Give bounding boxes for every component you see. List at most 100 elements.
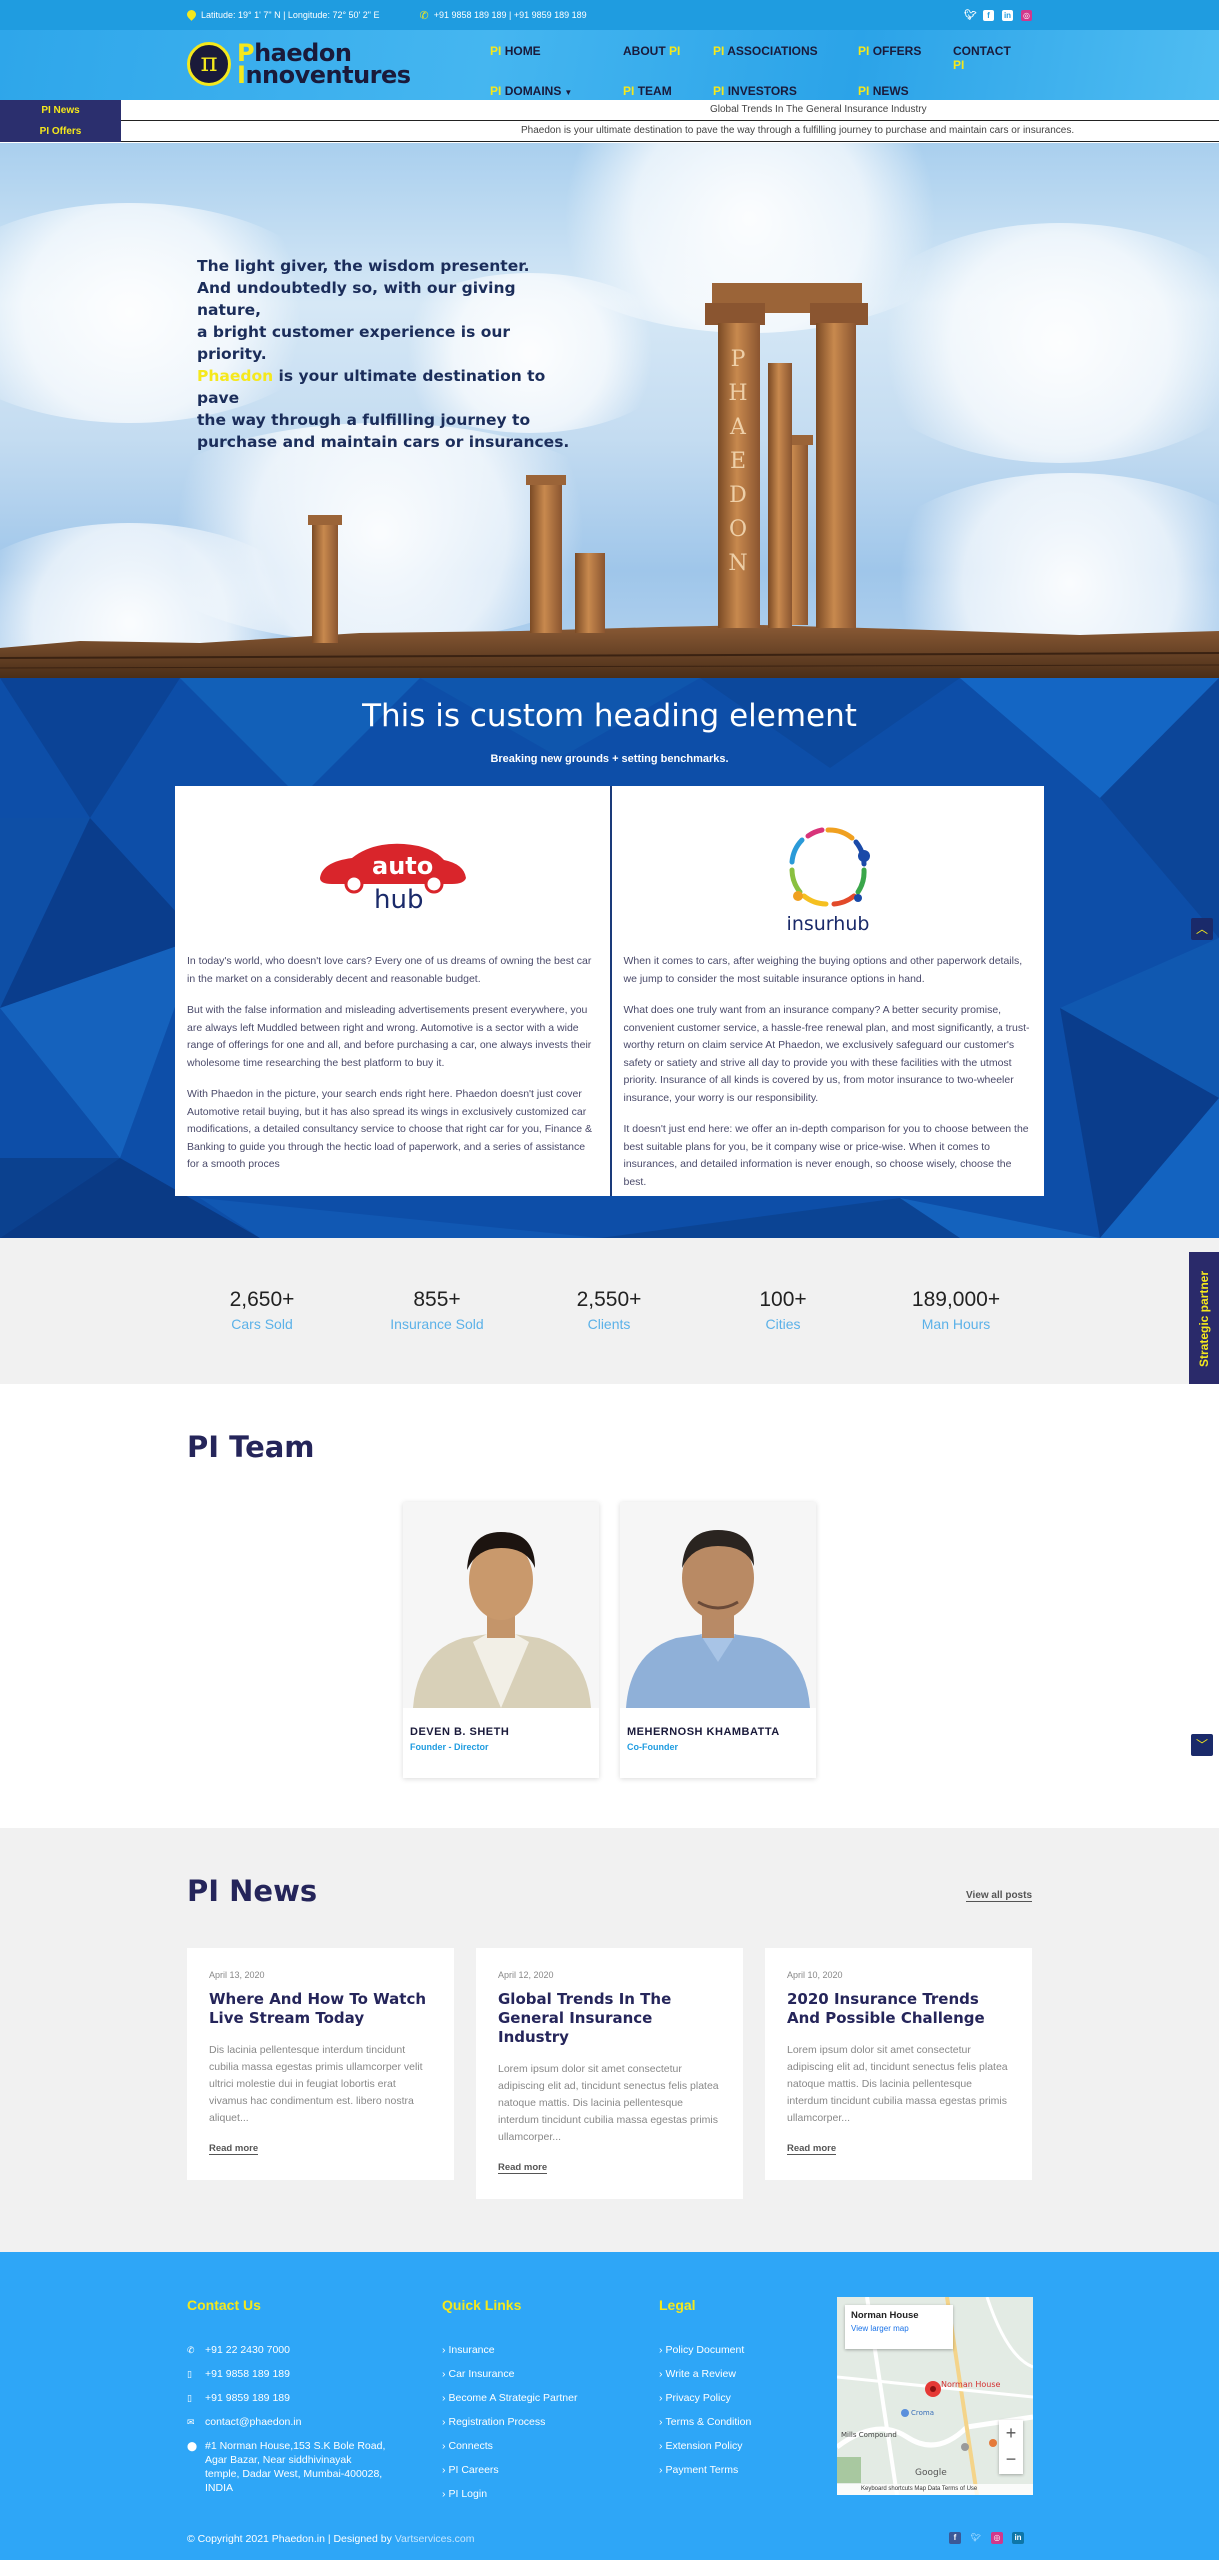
mobile-icon: ▯	[187, 2369, 192, 2379]
designer-link[interactable]: Vartservices.com	[395, 2533, 475, 2545]
nav-team[interactable]: PI TEAM	[623, 84, 713, 98]
twitter-icon[interactable]: 🐦︎	[964, 10, 977, 21]
quick-link[interactable]: › PI Login	[442, 2487, 622, 2501]
post-title[interactable]: 2020 Insurance Trends And Possible Chall…	[787, 1990, 1010, 2028]
contact-item[interactable]: ▯ +91 9859 189 189	[187, 2391, 387, 2405]
member-name: MEHERNOSH KHAMBATTA	[627, 1726, 780, 1738]
offers-ticker: PI Offers Phaedon is your ultimate desti…	[0, 121, 1219, 142]
post-date: April 13, 2020	[209, 1970, 265, 1980]
chevron-right-icon: ›	[659, 2440, 663, 2452]
linkedin-icon[interactable]: in	[1002, 9, 1013, 21]
hero-banner: PHAEDON The light giver, the wisdom pres…	[0, 143, 1219, 678]
footer-contact: Contact Us ✆ +91 22 2430 7000 ▯ +91 9858 1…	[187, 2297, 387, 2505]
member-role: Co-Founder	[627, 1742, 678, 1752]
autohub-car-icon: auto hub	[320, 843, 467, 915]
quick-link[interactable]: › Connects	[442, 2439, 622, 2453]
news-ticker-text[interactable]: Global Trends In The General Insurance I…	[710, 104, 927, 115]
contact-item[interactable]: ✉ contact@phaedon.in	[187, 2415, 387, 2429]
legal-link[interactable]: › Terms & Condition	[659, 2415, 819, 2429]
legal-link[interactable]: › Payment Terms	[659, 2463, 819, 2477]
top-phones-text[interactable]: +91 9858 189 189 | +91 9859 189 189	[434, 10, 587, 20]
read-more-link[interactable]: Read more	[498, 2162, 548, 2174]
site-logo[interactable]: π Phaedon Innoventures	[187, 41, 411, 89]
instagram-icon[interactable]: ◎	[991, 2532, 1003, 2544]
site-header: π Phaedon Innoventures PI HOME ABOUT PI …	[0, 30, 1219, 100]
map-info-card: Norman House View larger map	[845, 2305, 953, 2349]
read-more-link[interactable]: Read more	[787, 2143, 837, 2155]
news-card[interactable]: April 12, 2020 Global Trends In The Gene…	[476, 1948, 743, 2199]
legal-link[interactable]: › Extension Policy	[659, 2439, 819, 2453]
post-title[interactable]: Where And How To Watch Live Stream Today	[209, 1990, 432, 2028]
contact-item: ⬤ #1 Norman House,153 S.K Bole Road, Agar…	[187, 2440, 386, 2494]
stat-value: 855+	[413, 1288, 461, 1311]
logo-line2: Innoventures	[237, 61, 411, 89]
member-role: Founder - Director	[410, 1742, 489, 1752]
twitter-icon[interactable]: 🐦︎	[970, 2532, 982, 2544]
zoom-out-button[interactable]: −	[999, 2446, 1023, 2472]
chevron-right-icon: ›	[659, 2344, 663, 2356]
post-date: April 12, 2020	[498, 1970, 554, 1980]
facebook-icon[interactable]: f	[983, 9, 994, 21]
read-more-link[interactable]: Read more	[209, 2143, 259, 2155]
view-larger-map-link[interactable]: View larger map	[851, 2324, 947, 2333]
contact-item[interactable]: ▯ +91 9858 189 189	[187, 2367, 387, 2381]
autohub-logo[interactable]: auto hub	[187, 816, 598, 936]
insurhub-logo[interactable]: insurhub	[624, 816, 1033, 936]
hero-line: purchase and maintain cars or insurances…	[197, 433, 570, 451]
nav-home[interactable]: PI HOME	[490, 44, 623, 72]
pi-logo-icon: π	[187, 42, 231, 86]
nav-about[interactable]: ABOUT PI	[623, 44, 713, 72]
news-ticker-label: PI News	[0, 100, 121, 121]
nav-domains[interactable]: PI DOMAINS ▼	[490, 84, 623, 98]
quick-link[interactable]: › Insurance	[442, 2343, 622, 2357]
stat-label: Insurance Sold	[390, 1316, 484, 1332]
stat-cities: 100+ Cities	[708, 1288, 858, 1332]
news-card[interactable]: April 10, 2020 2020 Insurance Trends And…	[765, 1948, 1032, 2180]
hero-line: a bright customer experience is our prio…	[197, 323, 511, 363]
legal-link[interactable]: › Privacy Policy	[659, 2391, 819, 2405]
map-place-name: Norman House	[851, 2310, 919, 2321]
team-member-card[interactable]: MEHERNOSH KHAMBATTA Co-Founder	[620, 1502, 816, 1778]
location-map[interactable]: Norman House Croma Mills Compound Google…	[837, 2297, 1033, 2495]
linkedin-icon[interactable]: in	[1012, 2532, 1024, 2544]
scroll-down-button[interactable]: ﹀	[1191, 1734, 1213, 1756]
quick-link[interactable]: › Registration Process	[442, 2415, 622, 2429]
stat-cars-sold: 2,650+ Cars Sold	[187, 1288, 337, 1332]
coordinates: Latitude: 19° 1' 7" N | Longitude: 72° 5…	[187, 10, 379, 21]
strategic-partner-tab[interactable]: Strategic partner	[1189, 1252, 1219, 1386]
chevron-right-icon: ›	[442, 2344, 446, 2356]
nav-associations[interactable]: PI ASSOCIATIONS	[713, 44, 858, 72]
team-member-card[interactable]: DEVEN B. SHETH Founder - Director	[403, 1502, 599, 1778]
map-place-label: Mills Compound	[841, 2431, 897, 2439]
insurhub-paragraph: It doesn't just end here: we offer an in…	[623, 1123, 1029, 1188]
quick-link[interactable]: › PI Careers	[442, 2463, 622, 2477]
map-pin-label: Norman House	[941, 2380, 1000, 2389]
facebook-icon[interactable]: f	[949, 2532, 961, 2544]
instagram-icon[interactable]: ◎	[1021, 9, 1032, 21]
offers-ticker-label: PI Offers	[0, 121, 121, 142]
mobile-icon: ▯	[187, 2393, 192, 2403]
quick-link[interactable]: › Car Insurance	[442, 2367, 622, 2381]
stat-value: 2,650+	[229, 1288, 295, 1311]
scroll-up-button[interactable]: ︿	[1191, 918, 1213, 940]
nav-contact[interactable]: CONTACT PI	[953, 44, 1023, 72]
view-all-posts-link[interactable]: View all posts	[966, 1890, 1032, 1902]
insurhub-paragraph: What does one truly want from an insuran…	[623, 1004, 1030, 1104]
post-title[interactable]: Global Trends In The General Insurance I…	[498, 1990, 721, 2047]
top-bar: Latitude: 19° 1' 7" N | Longitude: 72° 5…	[0, 0, 1219, 30]
zoom-in-button[interactable]: +	[999, 2420, 1023, 2446]
hero-line: the way through a fulfilling journey to	[197, 411, 531, 429]
quick-link[interactable]: › Become A Strategic Partner	[442, 2391, 622, 2405]
location-pin-icon	[187, 10, 196, 21]
news-card[interactable]: April 13, 2020 Where And How To Watch Li…	[187, 1948, 454, 2180]
legal-link[interactable]: › Policy Document	[659, 2343, 819, 2357]
pillar-engraving: PHAEDON	[728, 347, 748, 576]
contact-item[interactable]: ✆ +91 22 2430 7000	[187, 2343, 387, 2357]
nav-offers[interactable]: PI OFFERS	[858, 44, 953, 72]
member-photo-illustration	[626, 1530, 810, 1708]
phone-icon: ✆	[187, 2345, 195, 2355]
nav-news[interactable]: PI NEWS	[858, 84, 953, 98]
nav-investors[interactable]: PI INVESTORS	[713, 84, 858, 98]
offers-ticker-text[interactable]: Phaedon is your ultimate destination to …	[521, 125, 1074, 136]
legal-link[interactable]: › Write a Review	[659, 2367, 819, 2381]
